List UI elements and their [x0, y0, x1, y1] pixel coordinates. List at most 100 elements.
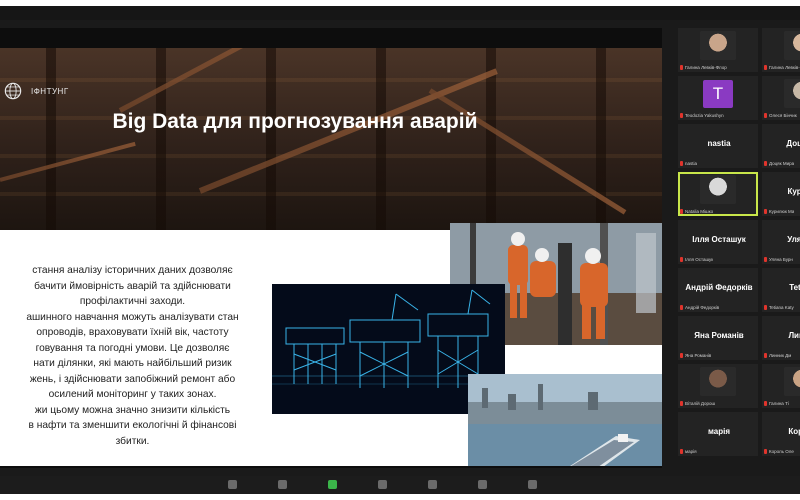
slide-body-line: жи цьому можна значно знизити кількість [34, 404, 231, 416]
slide-body-line: жень, і здійснювати запобіжний ремонт аб… [29, 373, 236, 385]
participant-video [784, 79, 800, 108]
muted-mic-icon [764, 449, 767, 454]
slide-header-warehouse-image: ІФНТУНГ Big Data для прогнозування аварі… [0, 48, 662, 230]
more-icon[interactable] [528, 480, 537, 489]
globe-logo-icon [4, 82, 22, 100]
participant-tile[interactable]: Уляна Б Уляна Бурн [762, 220, 800, 264]
slide-body-line: бачити ймовірність аварій та здійснювати [34, 280, 231, 292]
slide-body-text: стання аналізу історичних даних дозволяє… [0, 263, 265, 449]
muted-mic-icon [680, 401, 683, 406]
muted-mic-icon [680, 257, 683, 262]
participant-tile[interactable]: Natalia Мішко [678, 172, 758, 216]
slide-title: Big Data для прогнозування аварій [112, 110, 478, 133]
slide-body-line: говування та погодні умови. Це дозволяє [35, 342, 230, 354]
participant-display-name: Уляна Б [787, 235, 800, 244]
participant-caption: nastia [685, 161, 698, 166]
participant-gallery: Галина Левків-Флор Галина Левків-Флор T Teo… [664, 28, 800, 476]
port-tanker-photo [468, 374, 662, 466]
participant-caption: Tetiana Katy [769, 305, 794, 310]
participant-display-name: Курилю [787, 187, 800, 196]
muted-mic-icon [764, 353, 767, 358]
participant-tile[interactable]: Tetiana Tetiana Katy [762, 268, 800, 312]
slide-body-line: опроводів, враховувати їхній вік, частот… [36, 327, 229, 338]
participant-tile[interactable]: Галина Левків-Флор [762, 28, 800, 72]
muted-mic-icon [680, 209, 683, 214]
muted-mic-icon [764, 113, 767, 118]
participants-icon[interactable] [228, 480, 237, 489]
participant-caption: Андрій Федорків [685, 305, 720, 310]
participant-tile[interactable]: Линник Линник Дм [762, 316, 800, 360]
muted-mic-icon [764, 257, 767, 262]
participant-video [784, 31, 800, 60]
participant-display-name: Линник [788, 331, 800, 340]
slide-body-line: збитки. [115, 435, 150, 447]
participant-display-name: Андрій Федорків [685, 283, 753, 292]
participant-display-name: марія [707, 427, 731, 436]
participant-display-name: Ілля Осташук [692, 235, 746, 244]
participant-caption: Галина Левків-Флор [685, 65, 727, 70]
chat-icon[interactable] [278, 480, 287, 489]
muted-mic-icon [764, 401, 767, 406]
muted-mic-icon [680, 449, 683, 454]
participant-display-name: Доцяк М [786, 139, 800, 148]
slide-body-line: ашинного навчання можуть аналізувати ста… [26, 311, 239, 323]
participant-tile[interactable]: Ілля Осташук Ілля Осташук [678, 220, 758, 264]
participant-display-name: nastia [707, 139, 731, 148]
slide-body-line: стання аналізу історичних даних дозволяє [32, 265, 233, 276]
slide-body-line: в нафти та зменшити екологічні й фінансо… [28, 420, 237, 431]
participant-caption: Король Оле [769, 449, 794, 454]
participant-caption: Доцяк Мира [769, 161, 795, 166]
muted-mic-icon [764, 161, 767, 166]
participant-tile[interactable]: Курилю Курилюк Ма [762, 172, 800, 216]
participant-caption: Галина Ті [769, 401, 789, 406]
participant-tile[interactable]: Доцяк М Доцяк Мира [762, 124, 800, 168]
participant-tile[interactable]: nastia nastia [678, 124, 758, 168]
participant-caption: Курилюк Ма [769, 209, 795, 214]
participant-caption: Уляна Бурн [769, 257, 793, 262]
presentation-slide: ІФНТУНГ Big Data для прогнозування аварі… [0, 48, 662, 466]
participant-caption: Ілля Осташук [685, 257, 714, 262]
participant-caption: Natalia Мішко [685, 209, 714, 214]
participant-caption: Олеся Бінчик [769, 113, 797, 118]
participant-avatar: T [703, 80, 733, 108]
participant-tile[interactable]: Галина Левків-Флор [678, 28, 758, 72]
muted-mic-icon [680, 305, 683, 310]
reactions-icon[interactable] [428, 480, 437, 489]
participant-video [784, 367, 800, 396]
participant-display-name: Король [788, 427, 800, 436]
participant-tile[interactable]: Король Король Оле [762, 412, 800, 456]
participant-caption: Віталій Дорош [685, 401, 716, 406]
participant-caption: Яна Романів [685, 353, 712, 358]
slide-body-line: нати ділянки, які мають найбільший ризик [33, 358, 232, 369]
participant-tile[interactable]: Олеся Бінчик [762, 76, 800, 120]
participant-video [700, 367, 736, 396]
muted-mic-icon [680, 353, 683, 358]
share-screen-icon[interactable] [328, 480, 337, 489]
muted-mic-icon [764, 65, 767, 70]
window-top-bar [0, 6, 800, 20]
participant-video [700, 175, 736, 204]
participant-tile[interactable]: Яна Романів Яна Романів [678, 316, 758, 360]
participant-tile[interactable]: Андрій Федорків Андрій Федорків [678, 268, 758, 312]
slide-body-line: осилений моніторинг у таких зонах. [48, 389, 217, 400]
muted-mic-icon [764, 305, 767, 310]
port-tanker-illustration [468, 374, 662, 466]
participant-tile[interactable]: Галина Ті [762, 364, 800, 408]
screen-share-area[interactable]: ІФНТУНГ Big Data для прогнозування аварі… [0, 28, 662, 468]
slide-body-line: профілактичні заходи. [79, 296, 186, 307]
muted-mic-icon [764, 209, 767, 214]
participant-tile[interactable]: марія марія [678, 412, 758, 456]
muted-mic-icon [680, 161, 683, 166]
participant-video [700, 31, 736, 60]
participant-tile[interactable]: T Teodozia Yakushyn [678, 76, 758, 120]
participant-caption: Teodozia Yakushyn [685, 113, 724, 118]
video-call-window: ІФНТУНГ Big Data для прогнозування аварі… [0, 6, 800, 494]
participant-display-name: Tetiana [789, 283, 800, 292]
participant-caption: марія [685, 449, 697, 454]
participant-caption: Галина Левків-Флор [769, 65, 800, 70]
record-icon[interactable] [378, 480, 387, 489]
meeting-toolbar [0, 476, 800, 494]
apps-icon[interactable] [478, 480, 487, 489]
logo-text: ІФНТУНГ [31, 86, 69, 96]
participant-tile[interactable]: Віталій Дорош [678, 364, 758, 408]
